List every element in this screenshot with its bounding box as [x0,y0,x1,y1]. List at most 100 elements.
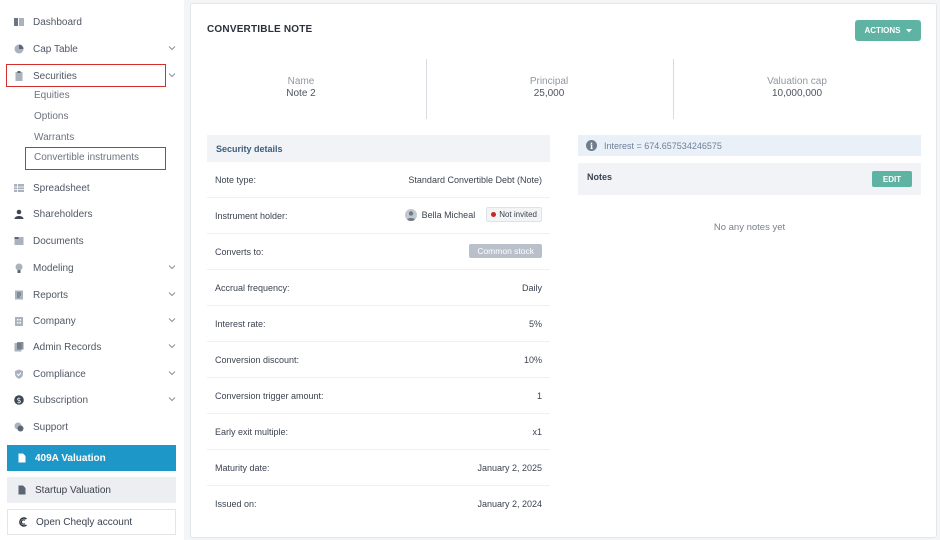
detail-value: 1 [536,391,542,401]
chevron-down-icon [168,71,176,79]
svg-text:$: $ [17,396,22,405]
detail-label: Maturity date: [215,463,270,473]
detail-row-converts-to: Converts to: Common stock [207,234,550,270]
dashboard-icon [14,17,24,27]
detail-row-early-exit: Early exit multiple: x1 [207,414,550,450]
sidebar-item-label: Subscription [33,394,89,406]
detail-value: 5% [528,319,542,329]
chevron-down-icon [168,395,176,403]
lightbulb-icon [14,263,24,273]
detail-value: 10% [523,355,542,365]
divider [426,59,427,119]
detail-row-conversion-trigger: Conversion trigger amount: 1 [207,378,550,414]
actions-button[interactable]: ACTIONS [855,20,921,41]
interest-text: Interest = 674.657534246575 [604,140,722,151]
document-icon [17,453,27,463]
sidebar-item-label: Shareholders [33,208,93,220]
sidebar-item-subscription[interactable]: $ Subscription [8,389,180,411]
convertible-highlight-box [25,147,166,170]
sidebar: Dashboard Cap Table Securities Equities … [0,0,184,540]
shield-check-icon [14,369,24,379]
support-icon [14,422,24,432]
notes-header: Notes EDIT [578,163,921,195]
pie-chart-icon [14,44,24,54]
stat-label: Principal [529,76,569,87]
sidebar-item-support[interactable]: Support [8,416,180,438]
sidebar-item-label: Compliance [33,368,86,380]
empty-notes-message: No any notes yet [713,222,786,233]
divider [673,59,674,119]
detail-value: January 2, 2025 [477,463,542,473]
detail-label: Early exit multiple: [215,427,289,437]
status-text: Not invited [499,210,537,219]
person-icon [14,209,24,219]
holder-name: Bella Micheal [421,209,476,220]
sidebar-item-label: Documents [33,235,84,247]
stat-valuation-cap: Valuation cap 10,000,000 [687,76,907,99]
chevron-down-icon [168,290,176,298]
sub-item-options[interactable]: Options [34,109,68,125]
stat-name: Name Note 2 [191,76,411,99]
detail-label: Accrual frequency: [215,283,290,293]
sidebar-item-reports[interactable]: Reports [8,284,180,306]
open-cheqly-account-button[interactable]: Open Cheqly account [7,509,176,535]
edit-notes-button[interactable]: EDIT [872,171,912,187]
detail-label: Issued on: [215,499,257,509]
stat-label: Valuation cap [767,76,827,87]
detail-row-conversion-discount: Conversion discount: 10% [207,342,550,378]
sidebar-item-documents[interactable]: Documents [8,230,180,252]
actions-label: ACTIONS [864,26,901,35]
avatar [404,208,417,221]
sidebar-item-shareholders[interactable]: Shareholders [8,203,180,225]
sidebar-item-modeling[interactable]: Modeling [8,257,180,279]
reports-icon [14,290,24,300]
sidebar-item-label: Reports [33,289,69,301]
interest-banner: i Interest = 674.657534246575 [578,135,921,156]
sub-item-equities[interactable]: Equities [34,88,70,104]
sidebar-item-label: Modeling [33,262,74,274]
valuation-409a-label: 409A Valuation [35,452,106,464]
sub-item-warrants[interactable]: Warrants [34,130,74,146]
startup-valuation-button[interactable]: Startup Valuation [7,477,176,503]
chevron-down-icon [168,316,176,324]
stat-label: Name [287,76,315,87]
page-title: CONVERTIBLE NOTE [207,24,313,35]
sidebar-item-label: Spreadsheet [33,182,90,194]
sidebar-item-label: Dashboard [33,16,82,28]
chevron-down-icon [168,263,176,271]
detail-value: Standard Convertible Debt (Note) [408,175,542,185]
detail-row-interest-rate: Interest rate: 5% [207,306,550,342]
detail-row-maturity-date: Maturity date: January 2, 2025 [207,450,550,486]
open-cheqly-account-label: Open Cheqly account [36,516,133,528]
detail-value: Daily [521,283,542,293]
document-icon [17,485,27,495]
notes-label: Notes [587,172,613,182]
status-dot-icon [491,212,497,217]
sidebar-item-dashboard[interactable]: Dashboard [8,11,180,33]
chevron-down-icon [168,369,176,377]
sidebar-item-cap-table[interactable]: Cap Table [8,38,180,60]
securities-highlight-box [6,64,166,87]
detail-label: Note type: [215,175,257,185]
stat-principal: Principal 25,000 [439,76,659,99]
sidebar-item-admin-records[interactable]: Admin Records [8,336,180,358]
stat-value: 25,000 [533,88,565,99]
chevron-down-icon [168,44,176,52]
holder-info[interactable]: Bella Micheal Not invited [404,207,542,222]
stat-value: Note 2 [286,88,316,99]
converts-to-badge: Common stock [469,244,542,258]
sidebar-item-spreadsheet[interactable]: Spreadsheet [8,177,180,199]
detail-row-note-type: Note type: Standard Convertible Debt (No… [207,162,550,198]
cheqly-logo-icon [18,517,28,527]
valuation-409a-button[interactable]: 409A Valuation [7,445,176,471]
detail-value: x1 [532,427,542,437]
detail-label: Interest rate: [215,319,266,329]
sidebar-item-company[interactable]: Company [8,310,180,332]
sidebar-item-label: Support [33,421,69,433]
sidebar-item-compliance[interactable]: Compliance [8,363,180,385]
security-details-header: Security details [207,135,550,162]
detail-row-accrual: Accrual frequency: Daily [207,270,550,306]
detail-label: Converts to: [215,247,264,257]
detail-value: January 2, 2024 [477,499,542,509]
status-badge: Not invited [486,207,542,222]
